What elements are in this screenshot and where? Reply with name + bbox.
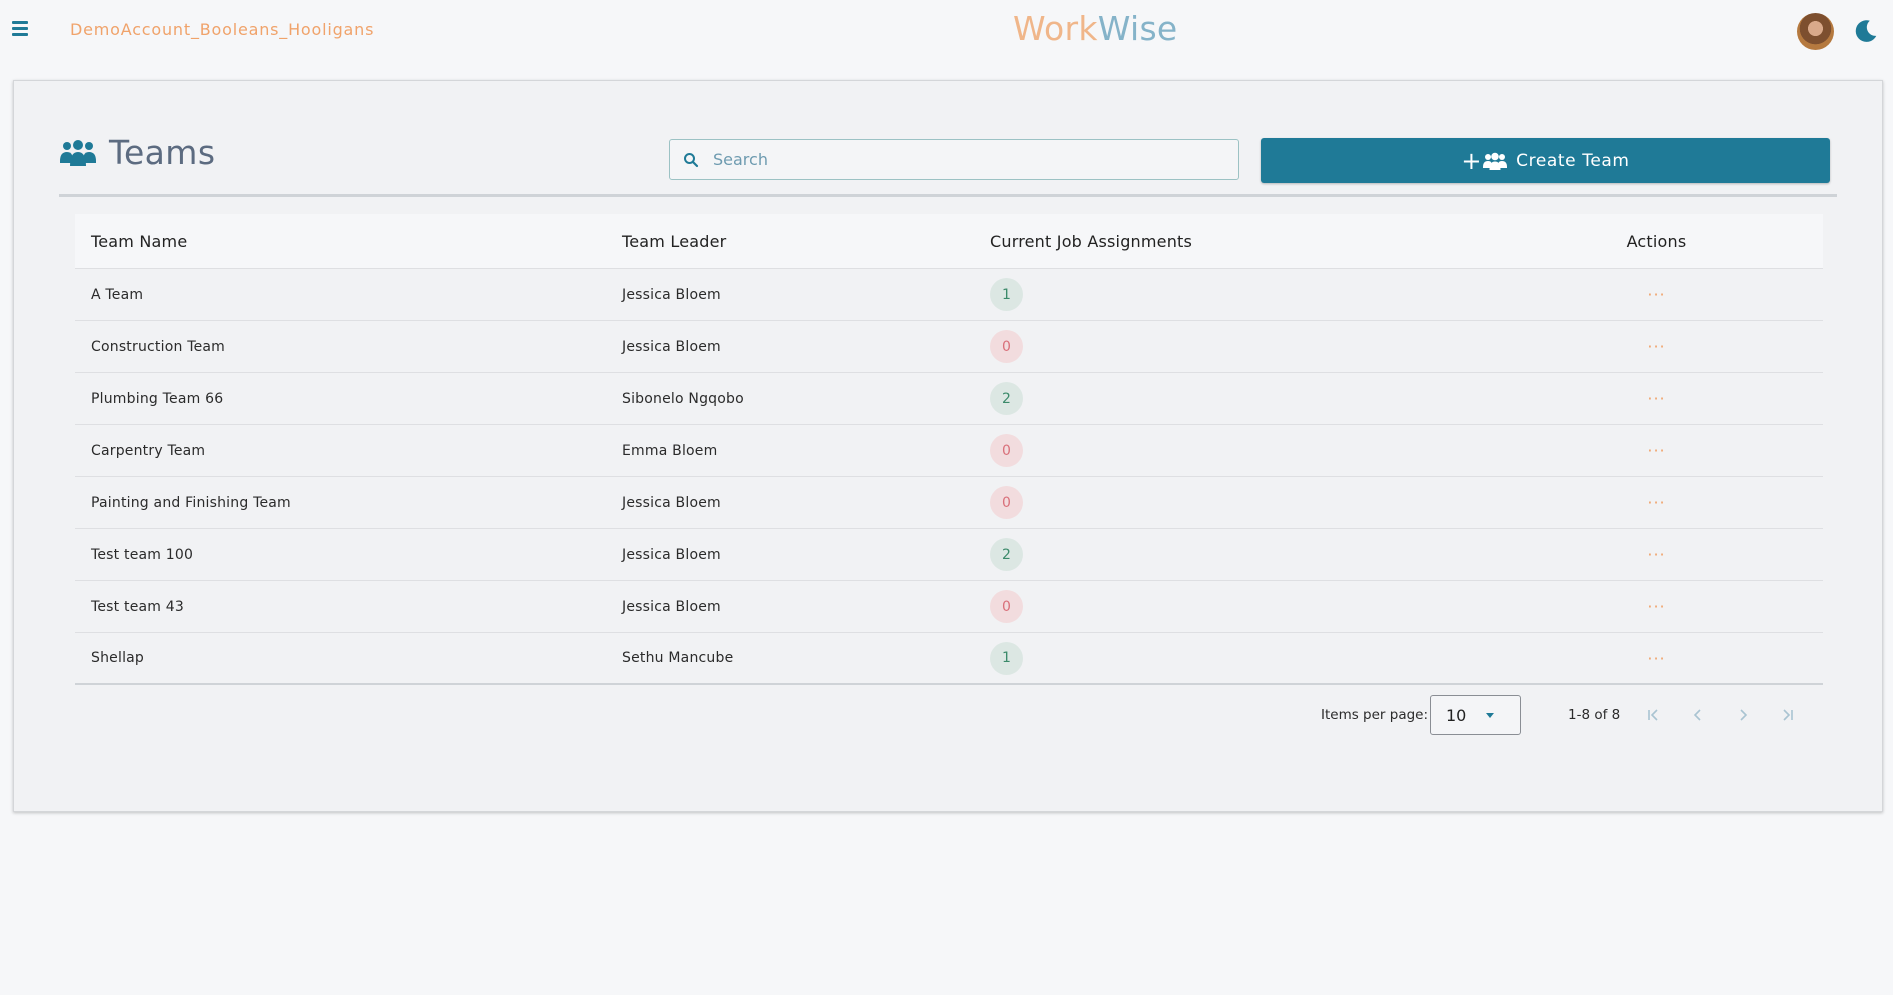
assignments-badge: 1: [990, 641, 1023, 675]
team-leader-cell: Jessica Bloem: [622, 338, 721, 355]
actions-menu-icon[interactable]: ···: [1643, 391, 1669, 407]
actions-menu-icon[interactable]: ···: [1643, 599, 1669, 615]
page-header: Teams: [59, 133, 215, 172]
team-name-cell: Carpentry Team: [91, 442, 206, 459]
search-icon: [684, 152, 699, 167]
actions-menu-icon[interactable]: ···: [1643, 443, 1669, 459]
items-per-page-select[interactable]: 10: [1430, 695, 1521, 735]
top-bar: DemoAccount_Booleans_Hooligans WorkWise: [0, 0, 1893, 62]
table-row: Test team 100 Jessica Bloem 2 ···: [75, 529, 1823, 581]
table-row: Shellap Sethu Mancube 1 ···: [75, 633, 1823, 685]
table-row: Test team 43 Jessica Bloem 0 ···: [75, 581, 1823, 633]
team-name-cell: Construction Team: [91, 338, 225, 355]
team-name-cell: Test team 43: [91, 598, 185, 615]
create-team-label: Create Team: [1516, 150, 1630, 171]
column-header-team-name: Team Name: [91, 231, 188, 251]
search-input[interactable]: [713, 140, 1238, 179]
table-row: Painting and Finishing Team Jessica Bloe…: [75, 477, 1823, 529]
team-leader-cell: Emma Bloem: [622, 442, 718, 459]
assignments-badge: 1: [990, 278, 1023, 311]
team-name-cell: Shellap: [91, 650, 145, 666]
table-row: Plumbing Team 66 Sibonelo Ngqobo 2 ···: [75, 373, 1823, 425]
column-header-team-leader: Team Leader: [622, 231, 727, 251]
last-page-icon[interactable]: [1776, 703, 1800, 727]
team-name-cell: A Team: [91, 286, 144, 303]
assignments-badge: 2: [990, 538, 1023, 571]
users-icon: [1483, 152, 1508, 170]
teams-table: Team Name Team Leader Current Job Assign…: [75, 214, 1823, 685]
first-page-icon[interactable]: [1641, 703, 1665, 727]
team-name-cell: Plumbing Team 66: [91, 390, 224, 407]
logo-part-wise: Wise: [1097, 9, 1178, 48]
users-group-icon: [60, 139, 96, 166]
column-header-actions: Actions: [1626, 231, 1687, 251]
actions-menu-icon[interactable]: ···: [1643, 287, 1669, 303]
actions-menu-icon[interactable]: ···: [1643, 339, 1669, 355]
actions-menu-icon[interactable]: ···: [1643, 495, 1669, 511]
team-leader-cell: Jessica Bloem: [622, 286, 721, 303]
team-leader-cell: Jessica Bloem: [622, 546, 721, 563]
previous-page-icon[interactable]: [1686, 703, 1710, 727]
account-name: DemoAccount_Booleans_Hooligans: [70, 20, 375, 39]
team-name-cell: Test team 100: [91, 546, 194, 563]
assignments-badge: 0: [990, 486, 1023, 519]
table-row: A Team Jessica Bloem 1 ···: [75, 269, 1823, 321]
logo-part-work: Work: [1013, 9, 1098, 48]
assignments-badge: 0: [990, 434, 1023, 467]
team-leader-cell: Sethu Mancube: [622, 650, 734, 666]
assignments-badge: 2: [990, 382, 1023, 415]
dropdown-arrow-icon: [1486, 713, 1494, 718]
avatar[interactable]: [1797, 13, 1834, 50]
create-team-button[interactable]: + Create Team: [1261, 138, 1830, 183]
team-name-cell: Painting and Finishing Team: [91, 494, 291, 511]
column-header-job-assignments: Current Job Assignments: [990, 231, 1193, 251]
assignments-badge: 0: [990, 330, 1023, 363]
header-divider: [59, 194, 1837, 197]
table-row: Carpentry Team Emma Bloem 0 ···: [75, 425, 1823, 477]
menu-icon[interactable]: [10, 19, 30, 37]
table-header: Team Name Team Leader Current Job Assign…: [75, 214, 1823, 269]
search-box[interactable]: [669, 139, 1239, 180]
paginator: Items per page: 10 1-8 of 8: [14, 693, 1882, 737]
items-per-page-label: Items per page:: [1321, 707, 1429, 723]
table-row: Construction Team Jessica Bloem 0 ···: [75, 321, 1823, 373]
team-leader-cell: Sibonelo Ngqobo: [622, 390, 744, 407]
range-label: 1-8 of 8: [1568, 707, 1621, 723]
assignments-badge: 0: [990, 590, 1023, 623]
actions-menu-icon[interactable]: ···: [1643, 547, 1669, 563]
plus-icon: +: [1461, 146, 1483, 175]
page-title: Teams: [109, 133, 216, 172]
items-per-page-value: 10: [1446, 706, 1467, 725]
team-leader-cell: Jessica Bloem: [622, 494, 721, 511]
next-page-icon[interactable]: [1731, 703, 1755, 727]
team-leader-cell: Jessica Bloem: [622, 598, 721, 615]
actions-menu-icon[interactable]: ···: [1643, 650, 1669, 667]
teams-card: Teams + Create Team Team Name Team Leade…: [13, 80, 1883, 812]
moon-icon[interactable]: [1853, 18, 1879, 44]
app-logo: WorkWise: [1013, 9, 1178, 48]
